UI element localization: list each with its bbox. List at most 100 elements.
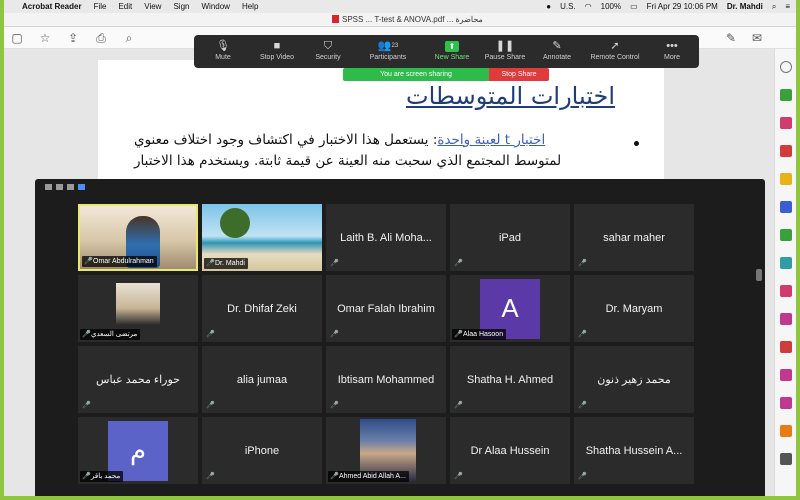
screen-share-banner: You are screen sharing Stop Share (343, 68, 549, 81)
muted-mic-icon: 🎤 (578, 331, 587, 338)
bullet (634, 141, 639, 146)
muted-mic-icon: 🎤 (206, 402, 215, 409)
participant-tile[interactable]: Dr Alaa Hussein 🎤 (450, 417, 570, 484)
battery-icon[interactable]: ▭ (630, 2, 638, 11)
strip-view-icon[interactable] (67, 184, 74, 190)
more-button[interactable]: ••• More (660, 38, 684, 66)
participant-name-tag: 🎤 Ahmed Abid Allah A... (328, 471, 409, 482)
scan-ocr-icon[interactable] (780, 425, 792, 437)
user-name[interactable]: Dr. Mahdi (727, 2, 763, 11)
zoom-meeting-controls: 🎙 Mute ■ Stop Video ⛉ Security 👥23 Parti… (194, 35, 699, 68)
stop-video-button[interactable]: ■ Stop Video (256, 38, 298, 66)
organize-pages-icon[interactable] (780, 229, 792, 241)
clock[interactable]: Fri Apr 29 10:06 PM (647, 2, 718, 11)
protect-icon[interactable] (780, 341, 792, 353)
request-signature-icon[interactable] (780, 313, 792, 325)
menu-help[interactable]: Help (242, 2, 258, 11)
new-page-icon[interactable]: ▢ (10, 31, 24, 45)
tools-sidebar (774, 49, 796, 496)
upload-cloud-icon[interactable]: ⇪ (66, 31, 80, 45)
pause-share-button[interactable]: ❚❚ Pause Share (481, 38, 529, 66)
participant-tile[interactable]: Dr. Maryam 🎤 (574, 275, 694, 342)
muted-mic-icon: 🎤 (206, 260, 215, 267)
participant-tile[interactable]: 🎤 Ahmed Abid Allah A... (326, 417, 446, 484)
speaker-view-icon[interactable] (56, 184, 63, 190)
participant-name: Shatha Hussein A... (585, 444, 683, 457)
annotate-button[interactable]: ✎ Annotate (539, 38, 575, 66)
wifi-icon[interactable]: ◠ (585, 2, 592, 11)
participant-tile[interactable]: Shatha H. Ahmed 🎤 (450, 346, 570, 413)
participants-button[interactable]: 👥23 Participants (366, 38, 410, 66)
participant-tile[interactable]: iPad 🎤 (450, 204, 570, 271)
print-icon[interactable]: ⎙ (94, 31, 108, 45)
menu-view[interactable]: View (144, 2, 161, 11)
participant-tile[interactable]: محمد زهير ذنون 🎤 (574, 346, 694, 413)
pause-icon: ❚❚ (495, 40, 515, 52)
edit-pdf-icon[interactable] (780, 117, 792, 129)
screen: Acrobat Reader File Edit View Sign Windo… (4, 0, 796, 496)
window-title: SPSS ... T-test & ANOVA.pdf ... محاضرة (332, 15, 483, 24)
export-pdf-icon[interactable] (780, 89, 792, 101)
participant-tile[interactable]: Ibtisam Mohammed 🎤 (326, 346, 446, 413)
participant-tile[interactable]: حوراء محمد عباس 🎤 (78, 346, 198, 413)
pdf-icon (332, 15, 339, 23)
zoom-in-icon[interactable] (780, 61, 792, 73)
muted-mic-icon: 🎤 (578, 473, 587, 480)
menu-sign[interactable]: Sign (173, 2, 189, 11)
participant-tile[interactable]: alia jumaa 🎤 (202, 346, 322, 413)
participant-tile[interactable]: Dr. Dhifaf Zeki 🎤 (202, 275, 322, 342)
participant-tile[interactable]: م 🎤 محمد باقر (78, 417, 198, 484)
prepare-form-icon[interactable] (780, 369, 792, 381)
participant-tile[interactable]: A 🎤 Alaa Hasoon (450, 275, 570, 342)
muted-mic-icon: 🎤 (84, 258, 93, 265)
create-pdf-icon[interactable] (780, 145, 792, 157)
sharing-status: You are screen sharing (343, 68, 489, 81)
star-icon[interactable]: ☆ (38, 31, 52, 45)
app-name[interactable]: Acrobat Reader (22, 2, 82, 11)
input-source[interactable]: U.S. (560, 2, 576, 11)
participant-name-tag: 🎤 مرتضى السعدي (80, 329, 141, 340)
participant-tile[interactable]: iPhone 🎤 (202, 417, 322, 484)
security-button[interactable]: ⛉ Security (312, 38, 344, 66)
participant-tile[interactable]: 🎤 Omar Abdulrahman (78, 204, 198, 271)
compress-icon[interactable] (780, 257, 792, 269)
more-tools-icon[interactable] (780, 453, 792, 465)
participant-tile[interactable]: Omar Falah Ibrahim 🎤 (326, 275, 446, 342)
participant-name: Dr. Dhifaf Zeki (227, 302, 297, 315)
menu-edit[interactable]: Edit (118, 2, 132, 11)
combine-files-icon[interactable] (780, 201, 792, 213)
control-center-icon[interactable]: ≡ (785, 2, 790, 11)
muted-mic-icon: 🎤 (82, 473, 91, 480)
muted-mic-icon: 🎤 (454, 260, 463, 267)
participant-tile[interactable]: Shatha Hussein A... 🎤 (574, 417, 694, 484)
gallery-view-icon[interactable] (78, 184, 85, 190)
participant-tile[interactable]: 🎤 Dr. Mahdi (202, 204, 322, 271)
search-icon[interactable]: ⌕ (772, 2, 776, 12)
fill-sign-icon[interactable] (780, 285, 792, 297)
participant-tile[interactable]: Laith B. Ali Moha... 🎤 (326, 204, 446, 271)
participant-video (116, 283, 160, 325)
participants-icon: 👥23 (377, 40, 399, 52)
document-link[interactable]: اختبار t لعينة واحدة (437, 132, 545, 148)
menu-window[interactable]: Window (201, 2, 229, 11)
mute-button[interactable]: 🎙 Mute (208, 38, 238, 66)
gallery-scrollbar[interactable] (756, 269, 762, 489)
participant-tile[interactable]: 🎤 مرتضى السعدي (78, 275, 198, 342)
zoom-status-icon[interactable]: ● (546, 2, 551, 11)
comment-icon[interactable] (780, 173, 792, 185)
redact-icon[interactable] (780, 397, 792, 409)
stop-share-button[interactable]: Stop Share (489, 68, 549, 81)
minimize-icon[interactable] (45, 184, 52, 190)
muted-mic-icon: 🎤 (454, 402, 463, 409)
palm-tree (220, 208, 250, 238)
remote-control-button[interactable]: ➚ Remote Control (587, 38, 643, 66)
muted-mic-icon: 🎤 (206, 473, 215, 480)
mail-icon[interactable]: ✉ (750, 31, 764, 45)
menu-file[interactable]: File (94, 2, 107, 11)
battery-percent[interactable]: 100% (601, 2, 621, 11)
find-icon[interactable]: ⌕ (122, 31, 136, 45)
sign-icon[interactable]: ✎ (724, 31, 738, 45)
new-share-button[interactable]: ⬆ New Share (432, 38, 472, 66)
scroll-thumb[interactable] (756, 269, 762, 281)
participant-tile[interactable]: sahar maher 🎤 (574, 204, 694, 271)
